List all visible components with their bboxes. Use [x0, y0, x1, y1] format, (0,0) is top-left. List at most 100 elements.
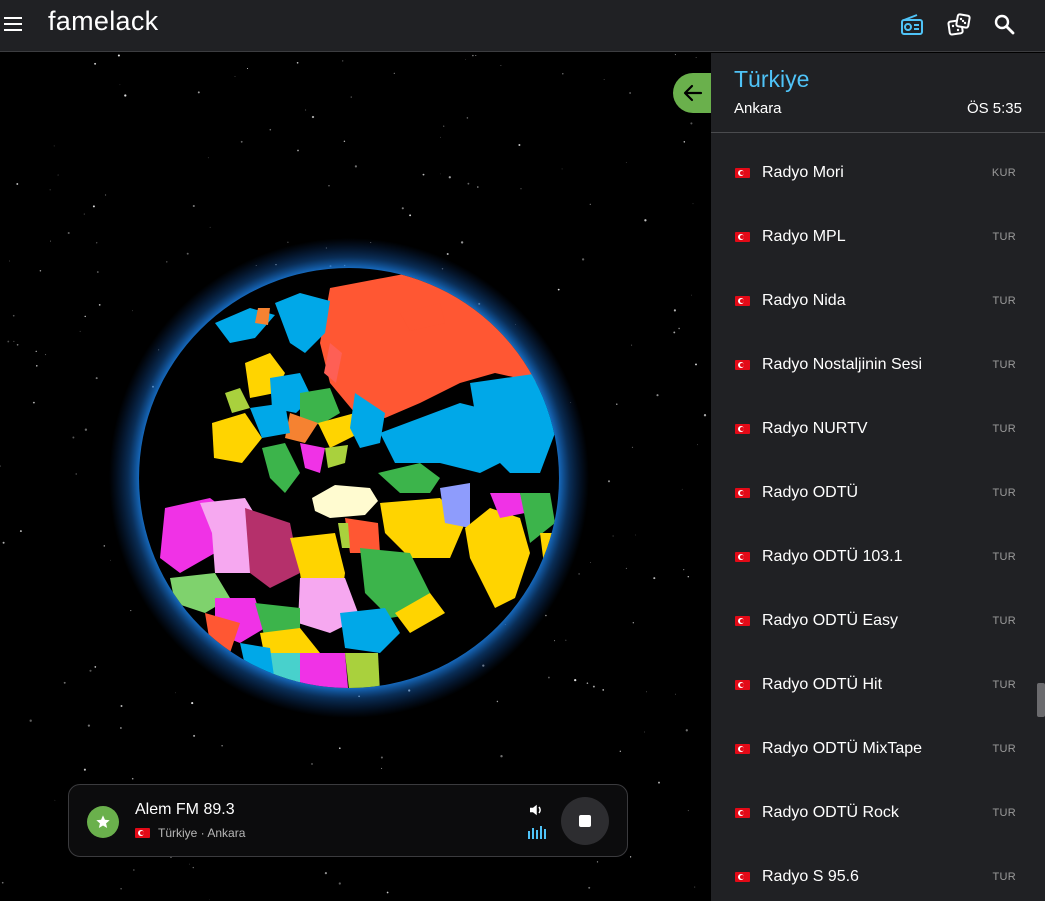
- star: [629, 856, 632, 858]
- star: [192, 204, 195, 208]
- star: [338, 882, 341, 885]
- star: [29, 719, 32, 722]
- dice-icon[interactable]: [946, 12, 972, 38]
- back-button[interactable]: [673, 73, 711, 113]
- star: [324, 872, 327, 875]
- station-row[interactable]: Radyo Mori KUR: [711, 141, 1036, 205]
- star: [675, 693, 676, 695]
- station-row-language: KUR: [991, 167, 1016, 179]
- station-row-language: TUR: [992, 551, 1016, 563]
- star: [603, 79, 605, 80]
- star: [422, 173, 425, 176]
- star: [565, 639, 567, 641]
- star: [690, 122, 693, 125]
- station-row[interactable]: Radyo NURTV TUR: [711, 397, 1036, 461]
- star: [94, 62, 97, 65]
- star: [83, 213, 85, 215]
- star: [45, 354, 47, 356]
- star: [581, 258, 585, 261]
- star: [328, 185, 330, 187]
- arrow-left-icon: [683, 84, 703, 102]
- star: [440, 136, 441, 138]
- country-name[interactable]: Türkiye: [734, 66, 809, 93]
- star: [120, 888, 122, 890]
- star: [590, 562, 592, 563]
- stop-button[interactable]: [561, 797, 609, 845]
- station-row[interactable]: Radyo ODTÜ Rock TUR: [711, 781, 1036, 845]
- station-row-name: Radyo ODTÜ Rock: [762, 804, 899, 821]
- station-row[interactable]: Radyo ODTÜ MixTape TUR: [711, 717, 1036, 781]
- star: [695, 57, 697, 58]
- star: [518, 144, 521, 146]
- star: [120, 727, 122, 729]
- star: [574, 678, 577, 682]
- star: [691, 294, 692, 296]
- scrollbar[interactable]: [1037, 683, 1045, 717]
- station-row[interactable]: Radyo MPL TUR: [711, 205, 1036, 269]
- star: [297, 149, 299, 152]
- panel-header: Türkiye Ankara ÖS 5:35: [711, 53, 1045, 133]
- star: [586, 682, 589, 684]
- star: [500, 64, 502, 66]
- star: [602, 689, 605, 691]
- star: [467, 182, 470, 185]
- star: [311, 763, 313, 765]
- station-row[interactable]: Radyo ODTÜ 103.1 TUR: [711, 525, 1036, 589]
- star: [13, 340, 15, 342]
- star: [133, 869, 135, 871]
- star: [92, 205, 95, 208]
- star: [350, 96, 352, 98]
- turkey-flag-icon: [735, 424, 750, 434]
- turkey-flag-icon: [735, 616, 750, 626]
- star: [472, 54, 474, 57]
- globe-view[interactable]: Alem FM 89.3 Türkiye · Ankara: [0, 53, 711, 901]
- star: [694, 886, 696, 888]
- turkey-flag-icon: [135, 828, 150, 838]
- search-icon[interactable]: [992, 12, 1018, 38]
- station-row-name: Radyo ODTÜ: [762, 484, 859, 501]
- star: [547, 676, 550, 679]
- star: [209, 899, 210, 901]
- star: [632, 622, 634, 624]
- star: [466, 117, 469, 119]
- star: [192, 866, 194, 869]
- station-row[interactable]: Radyo ODTÜ Hit TUR: [711, 653, 1036, 717]
- station-panel: Türkiye Ankara ÖS 5:35 Radyo Mori KUR Rady…: [711, 53, 1045, 901]
- favorite-button[interactable]: [87, 806, 119, 838]
- stop-icon: [579, 815, 591, 827]
- star: [592, 685, 595, 688]
- now-playing-bar: Alem FM 89.3 Türkiye · Ankara: [68, 784, 628, 857]
- star: [189, 863, 190, 865]
- star: [673, 309, 676, 312]
- star: [683, 569, 685, 571]
- turkey-flag-icon: [735, 232, 750, 242]
- radio-icon[interactable]: [899, 12, 925, 38]
- station-row[interactable]: Radyo ODTÜ TUR: [711, 461, 1036, 525]
- star: [84, 315, 86, 318]
- station-list: Radyo Mori KUR Radyo MPL TUR Radyo Nida TUR Ra…: [711, 141, 1036, 901]
- volume-icon[interactable]: [527, 801, 545, 819]
- star: [170, 856, 172, 859]
- star: [207, 157, 209, 159]
- station-row[interactable]: Radyo Nostaljinin Sesi TUR: [711, 333, 1036, 397]
- star: [619, 750, 621, 752]
- star: [520, 188, 522, 190]
- star: [87, 724, 91, 727]
- station-row[interactable]: Radyo Nida TUR: [711, 269, 1036, 333]
- menu-icon[interactable]: [4, 13, 26, 35]
- station-row[interactable]: Radyo ODTÜ Easy TUR: [711, 589, 1036, 653]
- star: [35, 350, 37, 352]
- station-row-name: Radyo ODTÜ Easy: [762, 612, 899, 629]
- station-row-language: TUR: [992, 615, 1016, 627]
- star: [166, 261, 168, 263]
- star: [234, 75, 236, 77]
- star: [607, 480, 611, 483]
- star: [448, 176, 451, 179]
- app-title[interactable]: famelack: [48, 6, 158, 37]
- star: [186, 252, 189, 255]
- star: [110, 559, 111, 561]
- star: [94, 666, 97, 668]
- station-row-language: TUR: [992, 487, 1016, 499]
- star: [625, 162, 627, 163]
- station-row[interactable]: Radyo S 95.6 TUR: [711, 845, 1036, 901]
